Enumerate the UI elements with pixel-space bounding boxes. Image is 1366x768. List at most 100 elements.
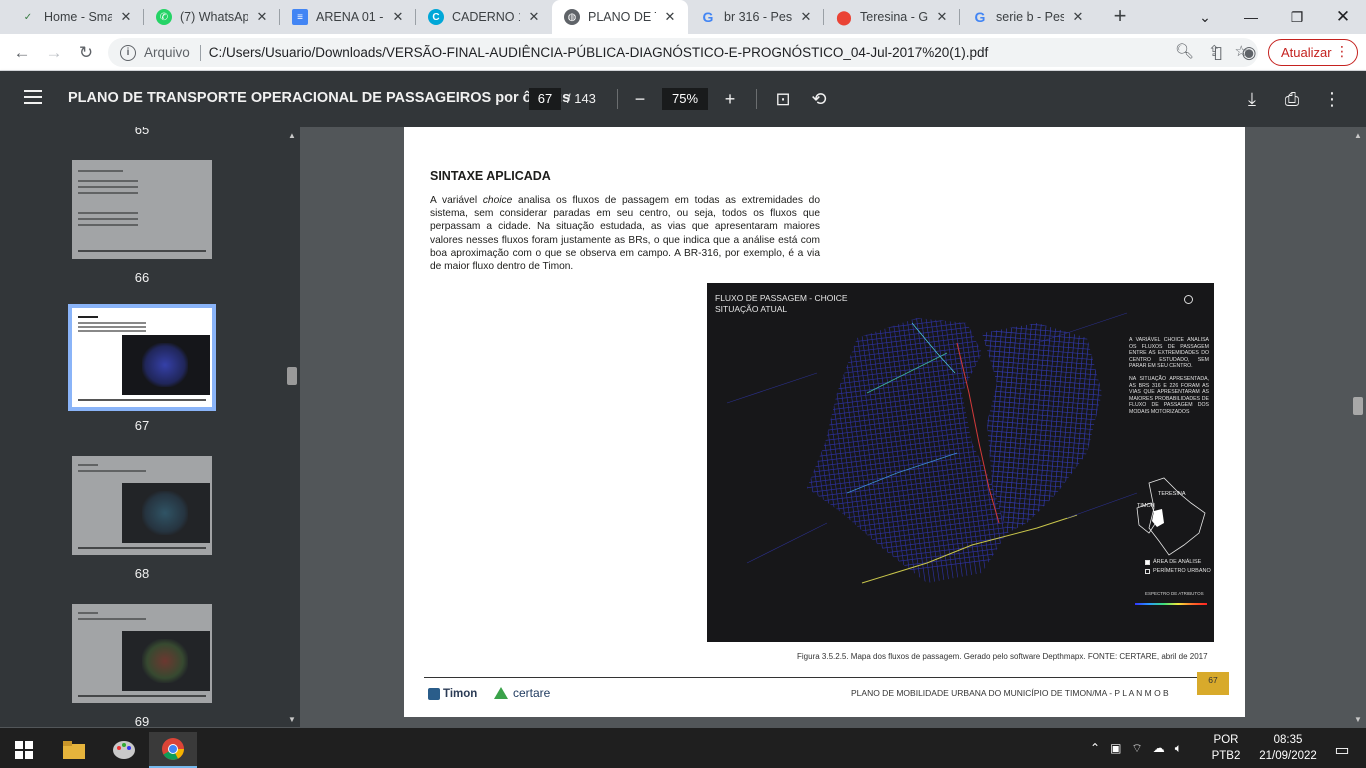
pdf-viewport[interactable]: SINTAXE APLICADA A variável choice anali… [300, 127, 1350, 727]
legend-perimeter-label: PERÍMETRO URBANO [1153, 568, 1211, 574]
certare-logo: certare [494, 686, 550, 700]
download-icon[interactable]: ⤓ [1238, 85, 1266, 113]
tab-title: ARENA 01 - D [316, 10, 384, 24]
print-icon[interactable]: ⎙ [1278, 85, 1306, 113]
info-icon[interactable]: i [120, 44, 136, 61]
sidebar-scrollbar[interactable]: ▲ ▼ [284, 127, 300, 727]
file-explorer-icon[interactable] [50, 732, 98, 768]
reload-button[interactable]: ↻ [72, 39, 100, 67]
document-title: PLANO DE TRANSPORTE OPERACIONAL DE PASSA… [68, 90, 571, 106]
close-icon[interactable]: ✕ [390, 9, 406, 25]
tab-home-smartsheet[interactable]: ✓ Home - Smar ✕ [8, 0, 144, 34]
thumbnail-page-67[interactable] [68, 304, 216, 411]
thumbnail-page-68[interactable] [72, 456, 212, 555]
section-title: SINTAXE APLICADA [430, 169, 551, 183]
globe-icon: ◍ [564, 9, 580, 25]
google-icon: G [702, 9, 714, 25]
page-number-badge: 67 [1197, 672, 1229, 695]
back-button[interactable]: ← [8, 39, 36, 67]
timon-logo-icon [428, 688, 440, 700]
profile-avatar-icon[interactable]: ◉ [1235, 39, 1263, 67]
map-title: FLUXO DE PASSAGEM - CHOICE SITUAÇÃO ATUA… [715, 293, 848, 314]
tab-br316[interactable]: G br 316 - Pesq ✕ [688, 0, 824, 34]
body-paragraph: A variável choice analisa os fluxos de p… [430, 195, 820, 273]
map-side-notes: A variável choice analisa os fluxos de p… [1129, 337, 1209, 415]
menu-icon[interactable] [24, 90, 42, 104]
footer-text: PLANO DE MOBILIDADE URBANA DO MUNICÍPIO … [851, 688, 1169, 698]
tab-title: Home - Smar [44, 10, 112, 24]
chrome-taskbar-icon[interactable] [149, 732, 197, 768]
zoom-input[interactable]: 75% [662, 88, 708, 110]
system-clock[interactable]: 08:35 21/09/2022 [1258, 732, 1318, 764]
pdf-page: SINTAXE APLICADA A variável choice anali… [404, 127, 1245, 717]
cloud-icon[interactable]: ☁ [1153, 741, 1165, 755]
close-icon[interactable]: ✕ [526, 9, 542, 25]
close-icon[interactable]: ✕ [798, 9, 814, 25]
zoom-out-icon[interactable]: − [626, 85, 654, 113]
whatsapp-icon: ✆ [156, 9, 172, 25]
tab-strip: ✓ Home - Smar ✕ ✆ (7) WhatsApp ✕ ≡ ARENA… [0, 0, 1366, 34]
close-icon[interactable]: ✕ [118, 9, 134, 25]
tab-title: (7) WhatsApp [180, 10, 248, 24]
thumbnail-label: 65 [134, 127, 150, 137]
tab-title: serie b - Pesq [996, 10, 1064, 24]
docs-icon: ≡ [292, 9, 308, 25]
tab-title: Teresina - Go [860, 10, 928, 24]
close-icon[interactable]: ✕ [254, 9, 270, 25]
thumbnail-label: 68 [134, 566, 150, 581]
close-icon[interactable]: ✕ [1070, 9, 1086, 25]
tab-plano-active[interactable]: ◍ PLANO DE TF ✕ [552, 0, 688, 34]
rotate-icon[interactable]: ⟲ [805, 85, 833, 113]
restore-button[interactable]: ❐ [1274, 0, 1320, 34]
north-arrow-icon [1184, 295, 1193, 304]
thumbnail-page-66[interactable] [72, 160, 212, 259]
close-icon[interactable]: ✕ [934, 9, 950, 25]
url-text[interactable]: C:/Users/Usuario/Downloads/VERSÃO-FINAL-… [209, 45, 988, 60]
new-tab-button[interactable]: + [1108, 5, 1132, 29]
pdf-toolbar: PLANO DE TRANSPORTE OPERACIONAL DE PASSA… [0, 71, 1366, 127]
thumbnail-label: 67 [134, 418, 150, 433]
more-options-icon[interactable]: ⋮ [1318, 85, 1346, 113]
tab-title: CADERNO 1 F [452, 10, 520, 24]
map-legend: ÁREA DE ANÁLISE PERÍMETRO URBANO [1145, 559, 1211, 577]
main-scrollbar[interactable]: ▲ ▼ [1350, 127, 1366, 727]
spectrum-label: ESPECTRO DE ATRIBUTOS [1145, 591, 1204, 596]
page-total: / 143 [567, 91, 596, 106]
meet-now-icon[interactable]: ▣ [1110, 741, 1121, 755]
thumbnail-label: 66 [134, 270, 150, 285]
forward-button[interactable]: → [40, 39, 68, 67]
spectrum-bar [1135, 603, 1207, 605]
protocol-label: Arquivo [144, 45, 190, 60]
side-panel-icon[interactable]: ▯ [1204, 39, 1232, 67]
minimize-button[interactable]: — [1228, 0, 1274, 34]
tab-caderno[interactable]: C CADERNO 1 F ✕ [416, 0, 552, 34]
tab-teresina-maps[interactable]: ⬤ Teresina - Go ✕ [824, 0, 960, 34]
tab-serie-b[interactable]: G serie b - Pesq ✕ [960, 0, 1096, 34]
fit-page-icon[interactable]: ⊡ [769, 85, 797, 113]
tab-arena[interactable]: ≡ ARENA 01 - D ✕ [280, 0, 416, 34]
paint-app-icon[interactable] [100, 732, 148, 768]
thumbnail-sidebar: 65 66 67 68 69 [0, 127, 284, 727]
thumbnail-page-69[interactable] [72, 604, 212, 703]
chevron-up-icon[interactable]: ⌃ [1090, 741, 1100, 755]
close-icon[interactable]: ✕ [662, 9, 678, 25]
page-number-input[interactable]: 67 [529, 88, 561, 110]
canva-icon: C [428, 9, 444, 25]
zoom-icon[interactable]: 🔍︎ [1175, 42, 1194, 60]
tab-whatsapp[interactable]: ✆ (7) WhatsApp ✕ [144, 0, 280, 34]
windows-start-icon[interactable] [0, 732, 48, 768]
volume-icon[interactable]: 🔈︎ [1175, 741, 1182, 756]
network-icon[interactable]: ⌔ [1131, 741, 1142, 756]
smartsheet-icon: ✓ [23, 11, 33, 23]
input-language[interactable]: POR PTB2 [1208, 732, 1244, 764]
address-bar[interactable]: i Arquivo C:/Users/Usuario/Downloads/VER… [108, 38, 1258, 67]
tab-search-chevron-icon[interactable]: ⌄ [1182, 0, 1228, 34]
notification-icon[interactable]: ▭ [1318, 732, 1366, 768]
zoom-in-icon[interactable]: + [716, 85, 744, 113]
location-inset-map [1136, 477, 1206, 556]
tab-title: PLANO DE TF [588, 10, 656, 24]
menu-dots-icon[interactable]: ⋮ [1335, 43, 1349, 60]
inset-label-timon: TIMON [1137, 503, 1155, 509]
close-window-button[interactable]: ✕ [1320, 0, 1366, 34]
update-button[interactable]: Atualizar ⋮ [1268, 39, 1358, 66]
